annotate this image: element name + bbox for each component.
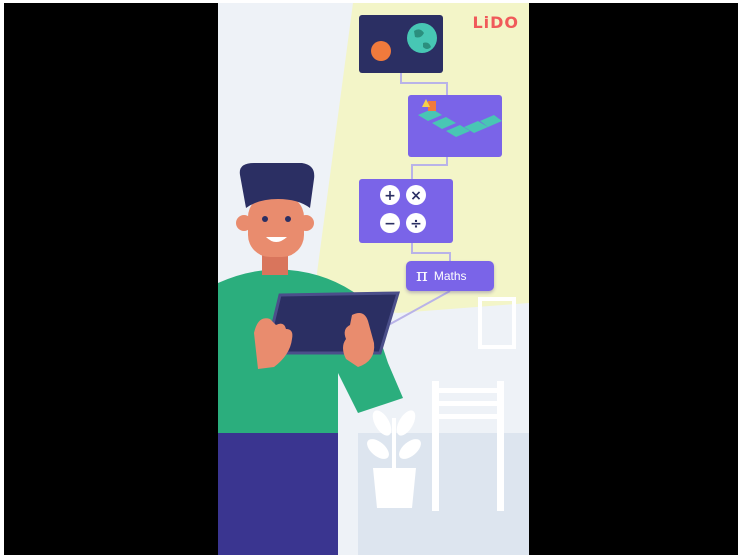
video-frame: + × − ÷ LiDO π Maths: [0, 0, 742, 558]
planet-card[interactable]: [359, 15, 443, 73]
pi-icon: π: [416, 265, 428, 286]
maths-subject-chip[interactable]: π Maths: [406, 261, 494, 291]
plus-symbol: +: [384, 188, 396, 204]
pants: [218, 423, 338, 555]
maths-chip-label: Maths: [433, 269, 467, 283]
orange-planet-icon: [371, 41, 391, 61]
video-player[interactable]: + × − ÷ LiDO π Maths: [4, 3, 738, 555]
board-game-card[interactable]: [408, 95, 502, 157]
arithmetic-card[interactable]: + × − ÷: [359, 179, 453, 243]
multiply-symbol: ×: [410, 188, 422, 204]
minus-symbol: −: [384, 216, 396, 232]
lido-logo: LiDO: [472, 13, 519, 32]
divide-symbol: ÷: [410, 216, 422, 232]
face: [248, 195, 304, 257]
video-scene: + × − ÷ LiDO π Maths: [218, 3, 529, 555]
globe-icon: [407, 23, 437, 53]
